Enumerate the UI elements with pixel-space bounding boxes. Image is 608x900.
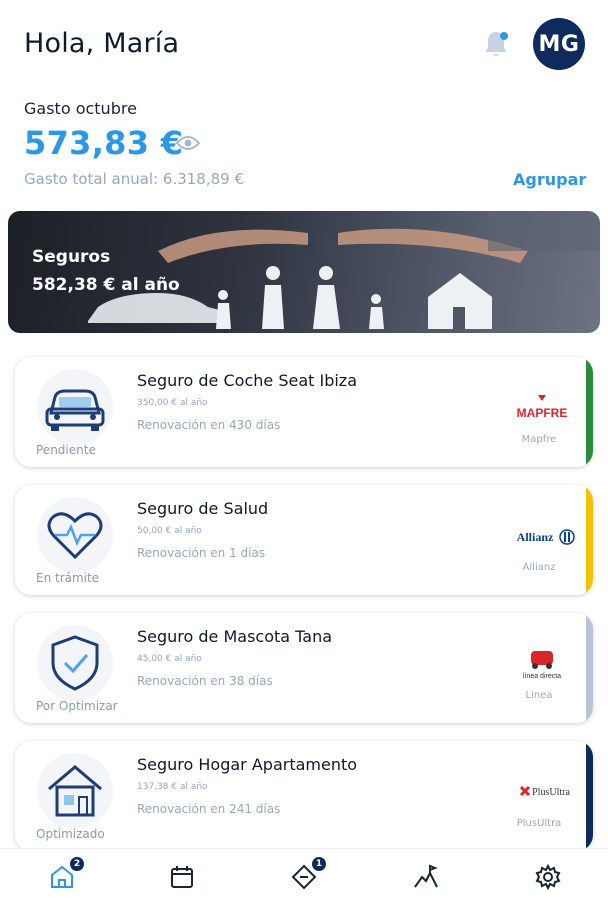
svg-text:MAPFRE: MAPFRE <box>517 406 568 420</box>
svg-text:Allianz: Allianz <box>517 530 554 544</box>
policy-status: Optimizado <box>36 827 105 841</box>
svg-text:PlusUltra: PlusUltra <box>532 787 570 798</box>
policy-provider: PlusUltra <box>516 818 562 829</box>
policy-price: 137,38 € al año <box>137 782 208 792</box>
policy-status: Por Optimizar <box>36 699 118 713</box>
status-stripe <box>586 613 593 723</box>
greeting-title: Hola, María <box>24 28 180 59</box>
policy-provider: Mapfre <box>521 434 557 445</box>
svg-text:línea directa: línea directa <box>523 673 561 680</box>
tickets-badge: 1 <box>312 857 326 871</box>
policy-renewal: Renovación en 241 días <box>137 802 281 816</box>
status-stripe <box>586 485 593 595</box>
car-icon <box>37 369 113 445</box>
policy-price: 350,00 € al año <box>137 398 208 408</box>
mapfre-logo: MAPFRE <box>507 391 577 425</box>
ticket-icon[interactable]: 1 <box>290 857 326 891</box>
settings-icon[interactable] <box>534 863 562 891</box>
policy-title: Seguro Hogar Apartamento <box>137 755 358 774</box>
allianz-logo: Allianz <box>507 519 577 553</box>
status-stripe <box>586 357 593 467</box>
policy-provider: Linea <box>525 690 553 701</box>
avatar[interactable]: MG <box>533 18 585 70</box>
policy-status: Pendiente <box>36 443 96 457</box>
eye-icon[interactable] <box>175 135 201 151</box>
house-icon <box>37 753 113 829</box>
plusultra-logo: PlusUltra <box>507 775 577 809</box>
home-badge: 2 <box>70 857 84 871</box>
path-icon[interactable] <box>412 863 440 891</box>
bell-icon[interactable] <box>480 28 512 60</box>
group-button[interactable]: Agrupar <box>513 170 586 189</box>
policy-provider: Allianz <box>522 562 556 573</box>
month-spend-label: Gasto octubre <box>24 99 137 118</box>
policy-card-pet[interactable]: Por Optimizar Seguro de Mascota Tana 45,… <box>15 613 593 723</box>
status-stripe <box>586 741 593 851</box>
policy-title: Seguro de Coche Seat Ibiza <box>137 371 357 390</box>
policy-status: En trámite <box>36 571 100 585</box>
insurance-banner[interactable]: Seguros 582,38 € al año <box>8 211 600 333</box>
month-spend-amount: 573,83 € <box>24 124 184 162</box>
policy-renewal: Renovación en 1 días <box>137 546 266 560</box>
policy-price: 45,00 € al año <box>137 654 202 664</box>
banner-title: Seguros <box>32 247 111 267</box>
policy-title: Seguro de Salud <box>137 499 269 518</box>
policy-renewal: Renovación en 430 días <box>137 418 281 432</box>
bottom-navigation: 2 1 <box>0 848 608 900</box>
policy-price: 50,00 € al año <box>137 526 202 536</box>
header: Hola, María MG <box>0 0 608 90</box>
calendar-icon[interactable] <box>168 863 196 891</box>
annual-total: Gasto total anual: 6.318,89 € <box>24 170 245 188</box>
home-icon[interactable]: 2 <box>48 857 84 891</box>
policy-title: Seguro de Mascota Tana <box>137 627 333 646</box>
policy-card-health[interactable]: En trámite Seguro de Salud 50,00 € al añ… <box>15 485 593 595</box>
policy-renewal: Renovación en 38 días <box>137 674 273 688</box>
linea-directa-logo: línea directa <box>507 647 577 681</box>
policy-card-car[interactable]: Pendiente Seguro de Coche Seat Ibiza 350… <box>15 357 593 467</box>
family-protection-illustration <box>88 211 600 329</box>
policy-card-home[interactable]: Optimizado Seguro Hogar Apartamento 137,… <box>15 741 593 851</box>
shield-check-icon <box>37 625 113 701</box>
heart-pulse-icon <box>37 497 113 573</box>
banner-subtitle: 582,38 € al año <box>32 275 180 295</box>
